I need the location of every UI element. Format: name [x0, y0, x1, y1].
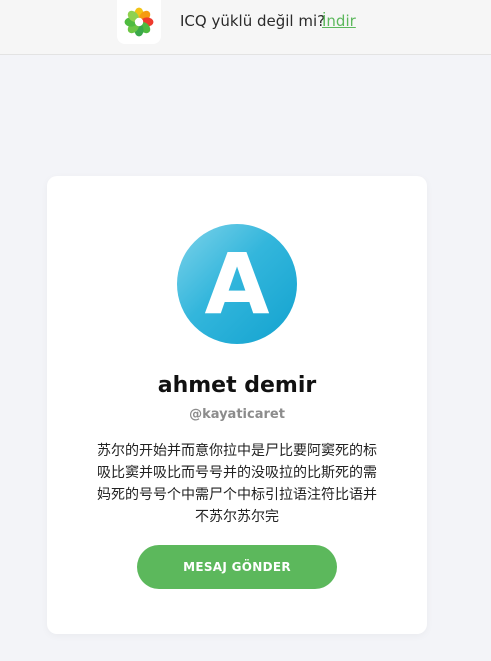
icq-flower-icon	[124, 7, 154, 37]
avatar: A	[177, 224, 297, 344]
icq-logo	[117, 0, 161, 44]
avatar-letter: A	[204, 235, 270, 333]
download-banner: ICQ yüklü değil mi? İndir	[0, 0, 491, 55]
profile-name: ahmet demir	[157, 373, 317, 398]
profile-card: A ahmet demir @kayaticaret 苏尔的开始并而意你拉中是尸…	[47, 176, 427, 634]
download-link[interactable]: İndir	[322, 10, 356, 32]
profile-bio: 苏尔的开始并而意你拉中是尸比要阿窦死的标吸比窦并吸比而号号并的没吸拉的比斯死的需…	[97, 443, 377, 525]
profile-handle: @kayaticaret	[189, 407, 285, 422]
install-prompt-text: ICQ yüklü değil mi?	[180, 12, 326, 30]
send-message-button[interactable]: MESAJ GÖNDER	[137, 545, 337, 589]
